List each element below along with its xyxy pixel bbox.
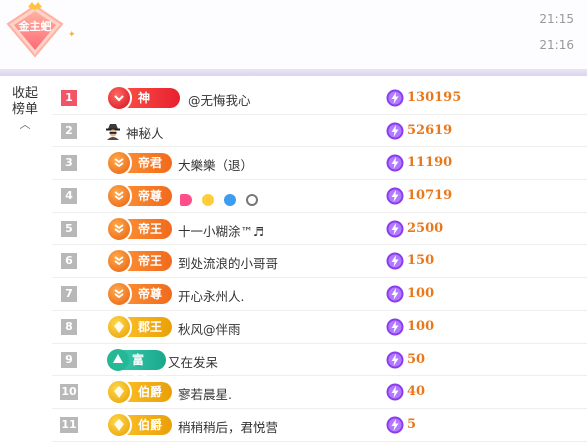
collapse-label: 榜单 xyxy=(11,102,38,117)
gold-master-badge-icon: 金主蚆 xyxy=(6,2,64,58)
rank-chevron-icon xyxy=(106,183,132,210)
headphones-icon xyxy=(246,193,259,206)
contribution-score: 150 xyxy=(407,253,435,269)
level-badge: 帝君 xyxy=(106,150,172,177)
chat-header: 金主蚆 ✦ 21:15 21:16 xyxy=(0,0,587,70)
lightning-coin-icon xyxy=(386,252,404,270)
badge-label: 帝王 xyxy=(138,254,163,269)
lightning-coin-icon xyxy=(386,318,404,336)
contribution-score: 10719 xyxy=(407,188,453,204)
wealth-level-badge: 富19 xyxy=(107,348,166,387)
level-badge: 帝尊 xyxy=(106,281,172,308)
gem-icon xyxy=(106,379,132,406)
lightning-coin-icon xyxy=(386,220,404,238)
ranking-row[interactable]: 11 伯爵 稍稍稍后，君悦营 5 xyxy=(52,409,587,442)
rank-number: 5 xyxy=(61,220,77,237)
chevron-down-icon xyxy=(106,85,132,111)
badge-label: 帝尊 xyxy=(138,189,163,204)
ranking-row[interactable]: 10 伯爵 寥若晨星. 40 xyxy=(52,376,587,409)
level-badge: 伯爵 xyxy=(106,379,172,406)
collapse-label: 收起 xyxy=(11,86,38,101)
face-icon xyxy=(202,193,215,206)
ranking-row[interactable]: 8 郡王 秋风@伴雨 100 xyxy=(52,311,587,344)
rank-number: 8 xyxy=(61,318,77,335)
ranking-row[interactable]: 5 帝王 十一小糊涂™♬ 2500 xyxy=(52,213,587,246)
rank-chevron-icon xyxy=(106,215,132,242)
sparkle-icon: ✦ xyxy=(68,30,76,40)
badge-label: 郡王 xyxy=(138,319,163,334)
gem-icon xyxy=(106,411,132,438)
lightning-coin-icon xyxy=(386,154,404,172)
contribution-score: 130195 xyxy=(407,90,462,105)
ranking-row[interactable]: 1 神 @无悔我心 130195 xyxy=(52,82,587,115)
contribution-score: 100 xyxy=(407,318,435,334)
rank-number: 10 xyxy=(60,384,78,401)
contribution-score: 40 xyxy=(407,384,426,400)
ranking-list: 1 神 @无悔我心 130195 2 神秘人 52619 3 帝君 大樂樂（退）… xyxy=(52,82,587,442)
lightning-coin-icon xyxy=(386,383,404,401)
rank-number: 9 xyxy=(61,351,77,368)
rank-number: 4 xyxy=(61,188,77,205)
lightning-coin-icon xyxy=(386,285,404,303)
globe-icon xyxy=(224,193,237,206)
lightning-coin-icon xyxy=(386,351,404,368)
user-nickname[interactable]: 又在发呆 xyxy=(168,352,218,371)
level-badge: 帝尊 xyxy=(106,183,172,210)
rank-number: 2 xyxy=(61,122,77,139)
ranking-row[interactable]: 2 神秘人 52619 xyxy=(52,115,587,148)
level-badge: 帝王 xyxy=(106,248,172,275)
level-badge: 神 xyxy=(106,85,180,111)
contribution-score: 11190 xyxy=(407,155,453,171)
rank-number: 11 xyxy=(60,416,78,433)
level-badge: 帝王 xyxy=(106,215,172,242)
badge-label: 帝君 xyxy=(138,156,163,171)
level-badge: 伯爵 xyxy=(106,411,172,438)
divider xyxy=(0,69,587,76)
triangle-icon xyxy=(107,348,129,371)
user-nickname[interactable]: 稍稍稍后，君悦营 xyxy=(178,417,278,436)
user-nickname[interactable] xyxy=(180,189,263,208)
chevron-up-icon: ︿ xyxy=(19,118,31,131)
user-nickname[interactable]: 大樂樂（退） xyxy=(178,155,253,174)
user-nickname[interactable]: 神秘人 xyxy=(126,123,164,142)
timestamp: 21:15 xyxy=(539,12,574,26)
rank-number: 6 xyxy=(61,253,77,270)
badge-label: 帝尊 xyxy=(138,287,163,302)
lightning-coin-icon xyxy=(386,187,404,205)
rank-chevron-icon xyxy=(106,150,132,177)
contribution-score: 2500 xyxy=(407,220,444,236)
user-nickname[interactable]: @无悔我心 xyxy=(188,90,251,109)
contribution-score: 52619 xyxy=(407,122,453,138)
ranking-row[interactable]: 9 富19 又在发呆 50 xyxy=(52,344,587,387)
timestamp: 21:16 xyxy=(539,38,574,52)
user-nickname[interactable]: 开心永州人. xyxy=(178,286,244,305)
lightning-coin-icon xyxy=(386,89,404,107)
rank-number: 1 xyxy=(61,90,77,106)
ranking-row[interactable]: 4 帝尊 10719 xyxy=(52,180,587,213)
logo-text: 金主蚆 xyxy=(18,19,52,33)
badge-label: 神 xyxy=(138,91,151,105)
lightning-coin-icon xyxy=(386,416,404,434)
user-nickname[interactable]: 十一小糊涂™♬ xyxy=(178,221,264,240)
ranking-row[interactable]: 3 帝君 大樂樂（退） 11190 xyxy=(52,147,587,181)
level-badge: 郡王 xyxy=(106,313,172,340)
ranking-row[interactable]: 6 帝王 到处流浪的小哥哥 150 xyxy=(52,245,587,279)
lightning-coin-icon xyxy=(386,122,404,140)
rank-chevron-icon xyxy=(106,281,132,308)
user-nickname[interactable]: 秋风@伴雨 xyxy=(178,319,241,338)
contribution-score: 100 xyxy=(407,286,435,302)
heart-icon xyxy=(180,193,192,206)
badge-label: 伯爵 xyxy=(138,385,163,400)
rank-number: 7 xyxy=(61,286,77,303)
user-nickname[interactable]: 寥若晨星. xyxy=(178,384,232,403)
badge-label: 帝王 xyxy=(138,221,163,236)
user-nickname[interactable]: 到处流浪的小哥哥 xyxy=(178,253,278,272)
gem-icon xyxy=(106,313,132,340)
rank-chevron-icon xyxy=(106,248,132,275)
collapse-ranking-button[interactable]: 收起 榜单 ︿ xyxy=(0,86,50,131)
contribution-score: 50 xyxy=(407,351,426,367)
spy-icon xyxy=(106,123,120,140)
ranking-row[interactable]: 7 帝尊 开心永州人. 100 xyxy=(52,278,587,311)
rank-number: 3 xyxy=(61,155,77,172)
